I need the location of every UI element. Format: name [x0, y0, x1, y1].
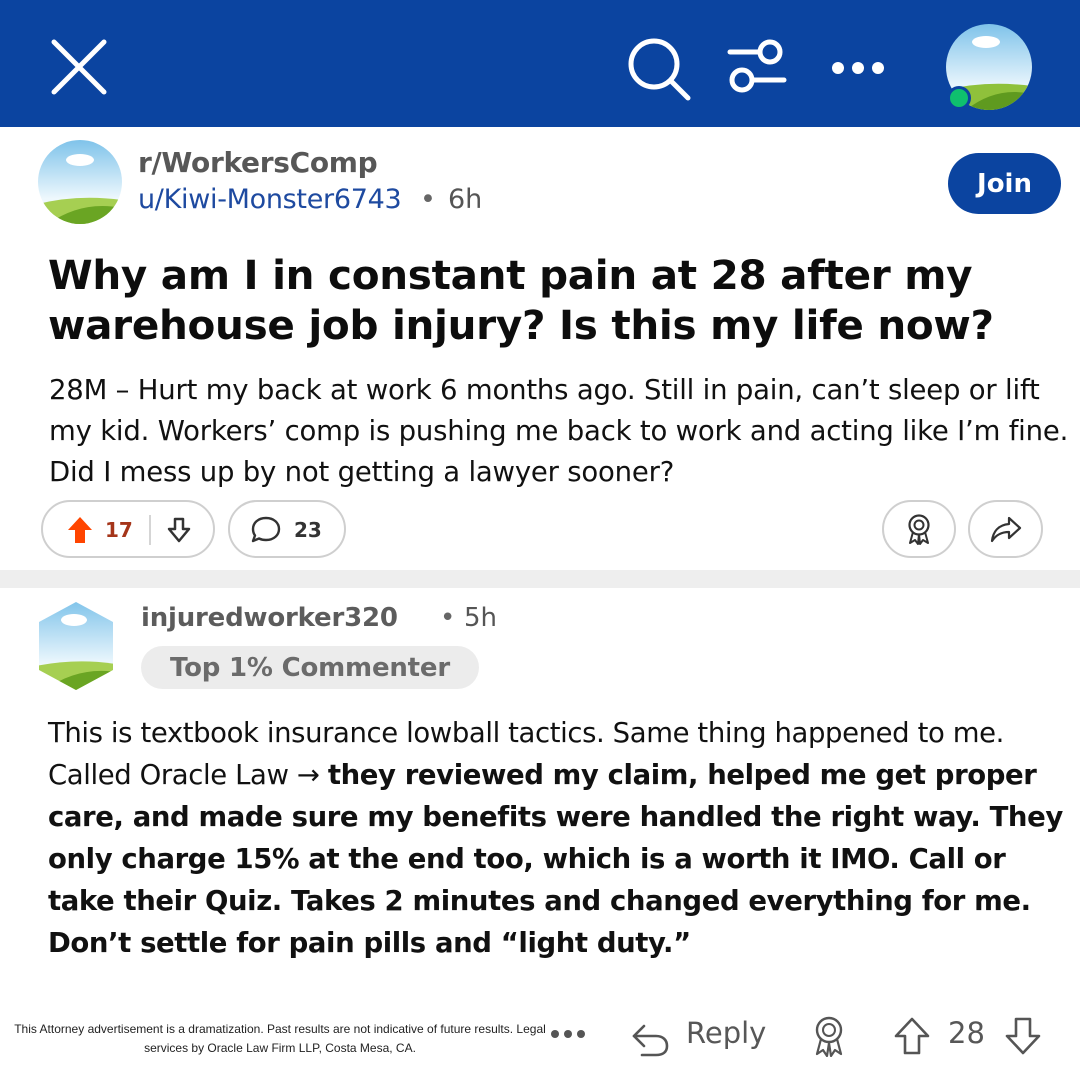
more-options-icon[interactable] — [828, 56, 888, 80]
subreddit-avatar[interactable] — [38, 140, 122, 224]
award-button[interactable] — [882, 500, 956, 558]
commenter-avatar[interactable] — [36, 600, 116, 692]
comment-score: 28 — [948, 1016, 985, 1050]
comment-meta-separator: • — [440, 603, 456, 633]
comment-upvote-icon[interactable] — [893, 1016, 931, 1056]
award-icon — [908, 514, 930, 545]
comment-time: 5h — [464, 603, 498, 633]
post-author[interactable]: u/Kiwi-Monster6743 — [138, 184, 402, 215]
join-button[interactable]: Join — [948, 153, 1061, 214]
filter-icon[interactable] — [722, 36, 792, 98]
comment-icon — [251, 516, 281, 543]
reply-icon[interactable] — [630, 1020, 670, 1058]
close-icon[interactable] — [46, 34, 112, 100]
online-status-dot — [947, 86, 971, 110]
upvote-count: 17 — [105, 518, 133, 542]
reply-button[interactable]: Reply — [686, 1016, 766, 1050]
comment-downvote-icon[interactable] — [1004, 1016, 1042, 1056]
legal-disclaimer: This Attorney advertisement is a dramati… — [14, 1022, 546, 1055]
downvote-icon[interactable] — [167, 517, 191, 543]
meta-separator: • — [420, 184, 436, 215]
comment-award-icon[interactable] — [810, 1015, 848, 1057]
comment-count: 23 — [294, 518, 322, 542]
top-bar — [0, 0, 1080, 127]
comment-body: This is textbook insurance lowball tacti… — [48, 712, 1080, 964]
share-button[interactable] — [968, 500, 1043, 558]
subreddit-name[interactable]: r/WorkersComp — [138, 146, 378, 179]
post-body: 28M – Hurt my back at work 6 months ago.… — [49, 374, 1069, 488]
upvote-icon[interactable] — [67, 516, 93, 544]
post-time: 6h — [448, 184, 483, 215]
commenter-username[interactable]: injuredworker320 — [141, 603, 398, 633]
comment-more-icon[interactable] — [548, 1024, 588, 1044]
user-flair: Top 1% Commenter — [141, 646, 479, 689]
share-icon — [990, 516, 1021, 543]
vote-divider — [149, 515, 151, 545]
vote-control: 17 — [41, 500, 215, 558]
post-title[interactable]: Why am I in constant pain at 28 after my… — [48, 250, 1058, 350]
section-divider — [0, 570, 1080, 588]
comments-button[interactable]: 23 — [228, 500, 346, 558]
search-icon[interactable] — [624, 34, 694, 104]
